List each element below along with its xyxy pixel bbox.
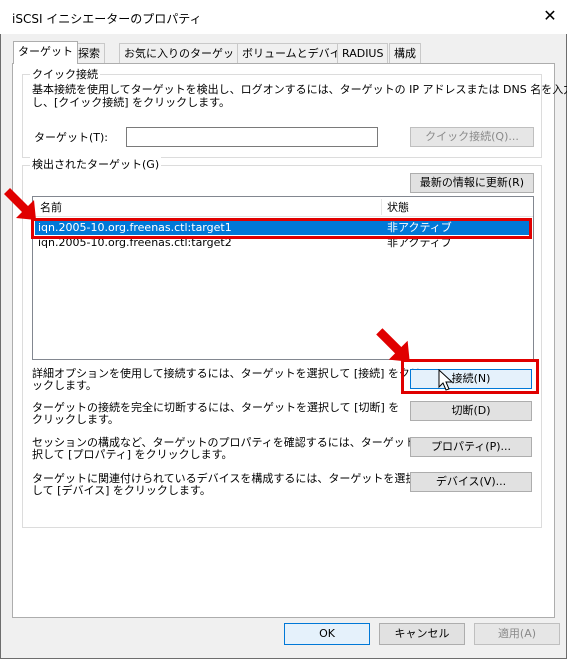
window-title: iSCSI イニシエーターのプロパティ (12, 12, 202, 26)
devices-button[interactable]: デバイス(V)... (410, 472, 532, 492)
disconnect-button[interactable]: 切断(D) (410, 401, 532, 421)
discovered-targets-label: 検出されたターゲット(G) (30, 156, 162, 172)
refresh-button[interactable]: 最新の情報に更新(R) (410, 173, 534, 193)
quick-connect-description-1: 基本接続を使用してターゲットを検出し、ログオンするには、ターゲットの IP アド… (32, 83, 567, 96)
column-header-name[interactable]: 名前 (40, 201, 62, 214)
close-icon: ✕ (543, 6, 557, 25)
target-input[interactable] (126, 127, 378, 147)
apply-button[interactable]: 適用(A) (474, 623, 560, 645)
tab-targets[interactable]: ターゲット (13, 41, 78, 64)
red-arrow-icon (376, 328, 410, 362)
ok-button[interactable]: OK (284, 623, 370, 645)
cancel-button[interactable]: キャンセル (379, 623, 465, 645)
mouse-pointer-icon (438, 369, 454, 391)
column-divider (381, 199, 382, 215)
disconnect-description-2: クリックします。 (32, 413, 119, 426)
quick-connect-description-2: し、[クイック接続] をクリックします。 (32, 96, 230, 109)
connect-description-2: ックします。 (32, 379, 97, 392)
quick-connect-label: クイック接続 (30, 66, 100, 82)
tab-radius[interactable]: RADIUS (337, 43, 389, 63)
connect-button-highlight (401, 359, 539, 394)
selected-row-highlight (31, 218, 532, 239)
column-header-status[interactable]: 状態 (387, 201, 409, 214)
tab-favorite-targets[interactable]: お気に入りのターゲット (119, 43, 250, 63)
close-button[interactable]: ✕ (540, 6, 560, 26)
quick-connect-button[interactable]: クイック接続(Q)... (410, 127, 534, 147)
red-arrow-icon (4, 188, 36, 220)
devices-description-2: して [デバイス] をクリックします。 (32, 484, 211, 497)
properties-description-2: 択して [プロパティ] をクリックします。 (32, 448, 233, 461)
properties-button[interactable]: プロパティ(P)... (410, 437, 532, 457)
target-field-label: ターゲット(T): (34, 131, 109, 144)
targets-list-header (33, 197, 533, 217)
tab-configuration[interactable]: 構成 (389, 43, 421, 63)
